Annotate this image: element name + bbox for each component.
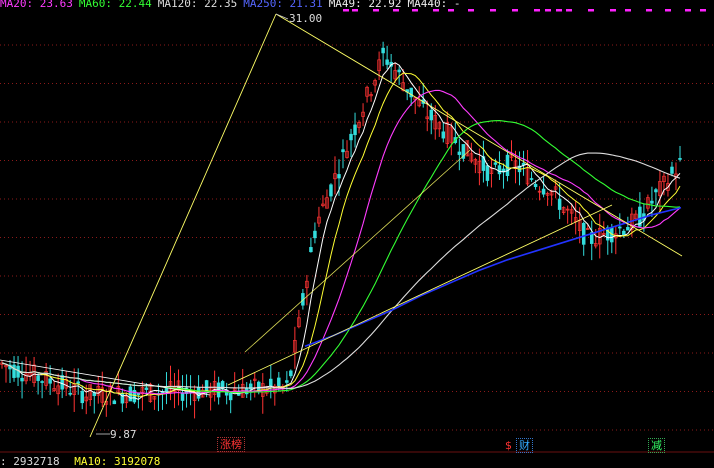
candle-body (622, 230, 626, 236)
signal-dash (685, 9, 691, 12)
candle-body (40, 381, 44, 383)
limit-up-event-tag[interactable]: 涨榜 (217, 437, 245, 452)
candle-body (309, 247, 313, 253)
candle-body (285, 380, 289, 383)
candle-body (381, 47, 385, 54)
candle-body (68, 392, 72, 395)
signal-dash (566, 9, 572, 12)
ma5-line (1, 62, 681, 400)
candle-body (626, 227, 630, 231)
candle-body (313, 230, 317, 239)
candle-body (349, 133, 353, 141)
candle-body (269, 378, 273, 386)
candle-body (650, 200, 654, 204)
candle-body (80, 390, 84, 404)
candle-body (36, 375, 40, 381)
signal-dash (512, 9, 518, 12)
candle-body (289, 370, 293, 377)
candle-body (493, 162, 498, 165)
candle-body (457, 151, 462, 155)
candle-body (429, 109, 434, 121)
candle-body (144, 387, 149, 390)
trendline-down (275, 13, 683, 257)
signal-dash (665, 9, 671, 12)
trendline-up (89, 13, 277, 438)
candle-body (216, 382, 221, 398)
candle-body (329, 184, 333, 197)
signal-dash (625, 9, 631, 12)
ma-header-item: MA60: 22.44 (78, 0, 152, 10)
candle-body (497, 165, 502, 175)
signal-dash (534, 9, 540, 12)
candle-body (341, 149, 345, 153)
candle-body (505, 154, 510, 176)
candle-body (541, 188, 546, 195)
finance-event-tag[interactable]: 财 (516, 438, 533, 453)
signal-dash (556, 9, 562, 12)
moving-average-header: MA20: 23.63 MA60: 22.44 MA120: 22.35 MA250:… (0, 0, 467, 10)
candle-body (654, 189, 658, 193)
signal-dash (610, 9, 616, 12)
candle-body (353, 124, 357, 136)
candle-body (180, 392, 185, 401)
limit-up-event-label: 涨榜 (217, 437, 245, 452)
signal-dash (588, 9, 594, 12)
candle-body (228, 392, 233, 401)
ma-header-item: MA250: 21.31 (243, 0, 323, 10)
candle-body (277, 377, 281, 386)
finance-dollar-tag[interactable]: $ (505, 439, 512, 452)
candle-body (164, 388, 169, 393)
high-price-label: 31.00 (289, 12, 323, 25)
signal-dash (545, 9, 551, 12)
finance-dollar-label: $ (505, 439, 512, 452)
candle-body (76, 381, 80, 384)
low-price-label: 9.87 (110, 428, 137, 441)
ma-header-item: MA440: - (407, 0, 461, 10)
candle-body (60, 375, 64, 390)
candle-body (581, 222, 586, 245)
volume-header: : 2932718 MA10: 3192078 (0, 455, 168, 468)
candle-body (441, 131, 446, 139)
candle-body (20, 377, 24, 382)
finance-event-label: 财 (516, 438, 533, 453)
candle-body (257, 381, 261, 391)
candle-body (112, 400, 117, 405)
candle-body (136, 393, 141, 396)
volume-value: : 2932718 (0, 455, 60, 468)
high-marker (275, 13, 289, 20)
candle-body (557, 198, 562, 210)
candle-body (533, 183, 538, 188)
candle-body (385, 59, 389, 65)
ma-header-item: MA49: 22.92 (328, 0, 402, 10)
trendline-support (227, 204, 613, 386)
signal-dash (490, 9, 496, 12)
candle-body (678, 158, 682, 160)
candle-body (670, 166, 674, 174)
signal-dash (468, 9, 474, 12)
reduce-event-tag[interactable]: 减 (648, 438, 665, 453)
candle-body (337, 174, 341, 179)
ma20-line (1, 89, 681, 395)
candle-body (618, 226, 622, 229)
ma-header-item: MA20: 23.63 (0, 0, 73, 10)
signal-dash (646, 9, 652, 12)
volume-ma10: MA10: 3192078 (74, 455, 161, 468)
candle-body (204, 380, 209, 391)
candle-body (12, 364, 16, 378)
signal-dash (700, 9, 706, 12)
ma60-line (1, 120, 681, 394)
candle-body (529, 178, 534, 180)
ma-header-item: MA120: 22.35 (157, 0, 238, 10)
candle-body (397, 69, 401, 73)
candle-body (485, 165, 490, 181)
trendline-fan (244, 149, 471, 353)
candlestick-chart[interactable] (0, 0, 714, 466)
candle-body (48, 378, 52, 384)
reduce-event-label: 减 (648, 438, 665, 453)
